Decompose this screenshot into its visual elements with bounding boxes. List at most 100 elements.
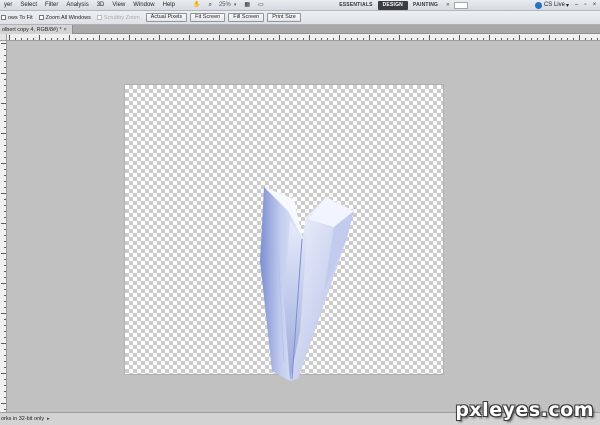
close-icon[interactable]: × <box>64 27 67 33</box>
ruler-tick <box>507 38 508 40</box>
ruler-tick <box>357 38 358 40</box>
ruler-tick <box>273 38 274 40</box>
vertical-ruler[interactable] <box>0 41 7 412</box>
ruler-tick <box>4 277 6 278</box>
transparent-canvas[interactable] <box>125 85 443 381</box>
horizontal-ruler[interactable] <box>7 34 600 41</box>
scrubby-zoom-checkbox[interactable] <box>96 15 102 20</box>
hand-tool-icon[interactable]: ✋ <box>189 0 204 11</box>
minimize-icon[interactable]: – <box>573 2 580 9</box>
ruler-tick <box>63 38 64 40</box>
ruler-tick <box>4 187 6 188</box>
ruler-tick <box>123 38 124 40</box>
menu-help[interactable]: Help <box>159 0 179 11</box>
ruler-tick <box>465 38 466 40</box>
ruler-tick <box>4 259 6 260</box>
ruler-tick <box>9 35 10 40</box>
ruler-tick <box>4 265 6 266</box>
ruler-tick <box>261 38 262 40</box>
ruler-tick <box>4 109 6 110</box>
ruler-tick <box>267 38 268 40</box>
zoom-all-windows-checkbox[interactable] <box>38 15 44 20</box>
ruler-tick <box>453 38 454 40</box>
ruler-tick <box>387 38 388 40</box>
ruler-tick <box>567 38 568 40</box>
menu-select[interactable]: Select <box>16 0 41 11</box>
screen-mode-icon[interactable]: ▭ <box>254 0 268 11</box>
ruler-tick <box>501 38 502 40</box>
restore-icon[interactable]: ▫ <box>582 2 589 9</box>
ruler-tick <box>561 38 562 40</box>
ruler-tick <box>4 91 6 92</box>
close-icon[interactable]: × <box>591 2 598 9</box>
ruler-origin[interactable] <box>0 34 7 41</box>
ruler-tick <box>543 38 544 40</box>
search-input[interactable] <box>454 1 469 9</box>
ruler-tick <box>225 38 226 40</box>
fill-screen-button[interactable]: Fill Screen <box>228 13 265 22</box>
workspace-essentials[interactable]: ESSENTIALS <box>334 1 377 10</box>
ruler-tick <box>4 271 6 272</box>
zoom-all-windows-label: Zoom All Windows <box>45 14 91 21</box>
menu-analysis[interactable]: Analysis <box>62 0 92 11</box>
ruler-tick <box>249 35 250 40</box>
chevron-down-icon[interactable]: ▾ <box>234 2 237 8</box>
actual-pixels-button[interactable]: Actual Pixels <box>145 13 188 22</box>
menu-view[interactable]: View <box>108 0 129 11</box>
ruler-tick <box>141 38 142 40</box>
ruler-tick <box>1 73 6 74</box>
menu-filter[interactable]: Filter <box>41 0 62 11</box>
ruler-tick <box>93 38 94 40</box>
ruler-tick <box>327 38 328 40</box>
ruler-tick <box>441 38 442 40</box>
cs-live-button[interactable]: CS Live ▾ <box>534 1 573 9</box>
ruler-tick <box>4 211 6 212</box>
ruler-tick <box>33 38 34 40</box>
ruler-tick <box>513 38 514 40</box>
ruler-tick <box>1 343 6 344</box>
ruler-tick <box>471 38 472 40</box>
zoom-level[interactable]: 25% <box>216 2 234 8</box>
ruler-tick <box>525 38 526 40</box>
ruler-tick <box>591 38 592 40</box>
resize-windows-label: ows To Fit <box>8 14 33 21</box>
options-bar: ows To Fit Zoom All Windows Scrubby Zoom… <box>0 11 600 25</box>
ruler-tick <box>345 38 346 40</box>
print-size-button[interactable]: Print Size <box>267 13 301 22</box>
zoom-tool-icon[interactable]: ⌕ <box>204 0 215 11</box>
more-workspaces-button[interactable]: » <box>443 2 452 8</box>
menu-window[interactable]: Window <box>129 0 158 11</box>
status-menu-arrow-icon[interactable]: ▸ <box>47 416 50 422</box>
ruler-tick <box>4 301 6 302</box>
ruler-tick <box>435 38 436 40</box>
ruler-tick <box>585 38 586 40</box>
workspace-design[interactable]: DESIGN <box>377 0 408 10</box>
menu-3d[interactable]: 3D <box>93 0 109 11</box>
ruler-tick <box>519 35 520 40</box>
ruler-tick <box>597 38 598 40</box>
workspace-painting[interactable]: PAINTING <box>408 1 443 10</box>
ruler-tick <box>321 38 322 40</box>
ruler-tick <box>243 38 244 40</box>
ruler-tick <box>411 38 412 40</box>
ruler-tick <box>57 38 58 40</box>
ruler-tick <box>51 38 52 40</box>
scrubby-zoom-option[interactable]: Scrubby Zoom <box>96 15 140 21</box>
ruler-tick <box>4 145 6 146</box>
menu-layer[interactable]: yer <box>0 0 16 11</box>
arrange-documents-icon[interactable]: ▦ <box>240 0 254 11</box>
document-workspace[interactable] <box>7 41 600 412</box>
document-tab[interactable]: olbert copy 4, RGB/8#) * × <box>0 25 73 34</box>
ruler-tick <box>4 151 6 152</box>
resize-windows-option[interactable]: ows To Fit <box>1 15 33 21</box>
zoom-all-windows-option[interactable]: Zoom All Windows <box>38 14 91 21</box>
resize-windows-checkbox[interactable] <box>1 15 6 20</box>
ruler-tick <box>183 38 184 40</box>
fit-screen-button[interactable]: Fit Screen <box>190 13 226 22</box>
ruler-tick <box>333 38 334 40</box>
ruler-tick <box>573 38 574 40</box>
ruler-tick <box>117 38 118 40</box>
ruler-tick <box>4 199 6 200</box>
ruler-tick <box>4 229 6 230</box>
watermark: pxleyes.com <box>455 399 594 421</box>
